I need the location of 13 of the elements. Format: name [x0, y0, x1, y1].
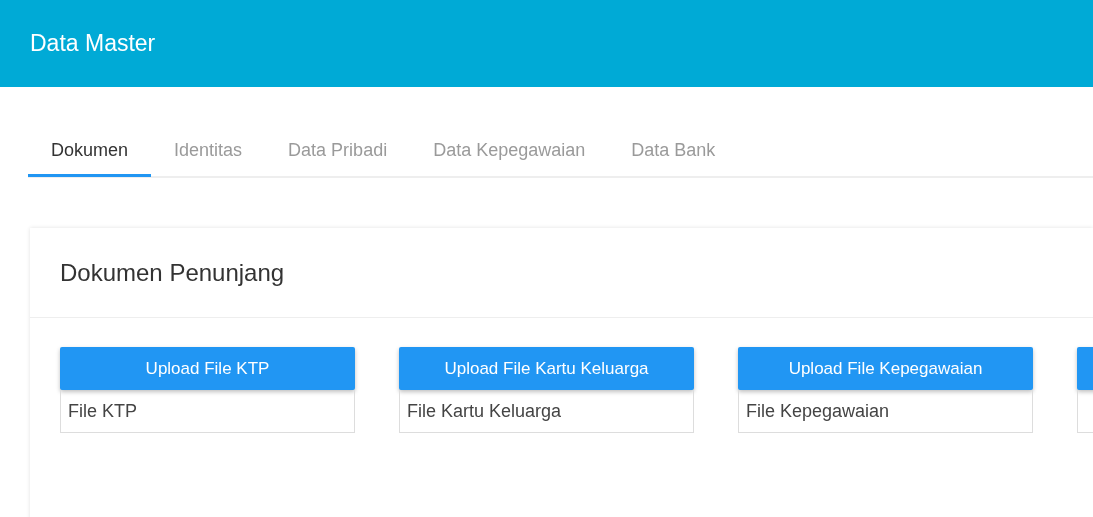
tab[interactable]: Data Kepegawaian — [410, 130, 609, 177]
tab[interactable]: Data Pribadi — [265, 130, 411, 177]
upload-button[interactable]: Upload File Kartu Keluarga — [399, 347, 694, 390]
upload-button[interactable]: Upload File KTP — [60, 347, 355, 390]
page-title: Data Master — [30, 30, 156, 57]
upload-button[interactable]: Upload File Kepegawaian — [738, 347, 1033, 390]
tab[interactable]: Data Bank — [608, 130, 739, 177]
tab[interactable]: Dokumen — [28, 130, 152, 177]
file-field[interactable]: File Kepegawaian — [738, 390, 1033, 433]
card-title: Dokumen Penunjang — [60, 258, 285, 287]
file-field[interactable]: File KTP — [60, 390, 355, 433]
tab[interactable]: Identitas — [151, 130, 266, 177]
file-field[interactable]: File Kartu Keluarga — [399, 390, 694, 433]
